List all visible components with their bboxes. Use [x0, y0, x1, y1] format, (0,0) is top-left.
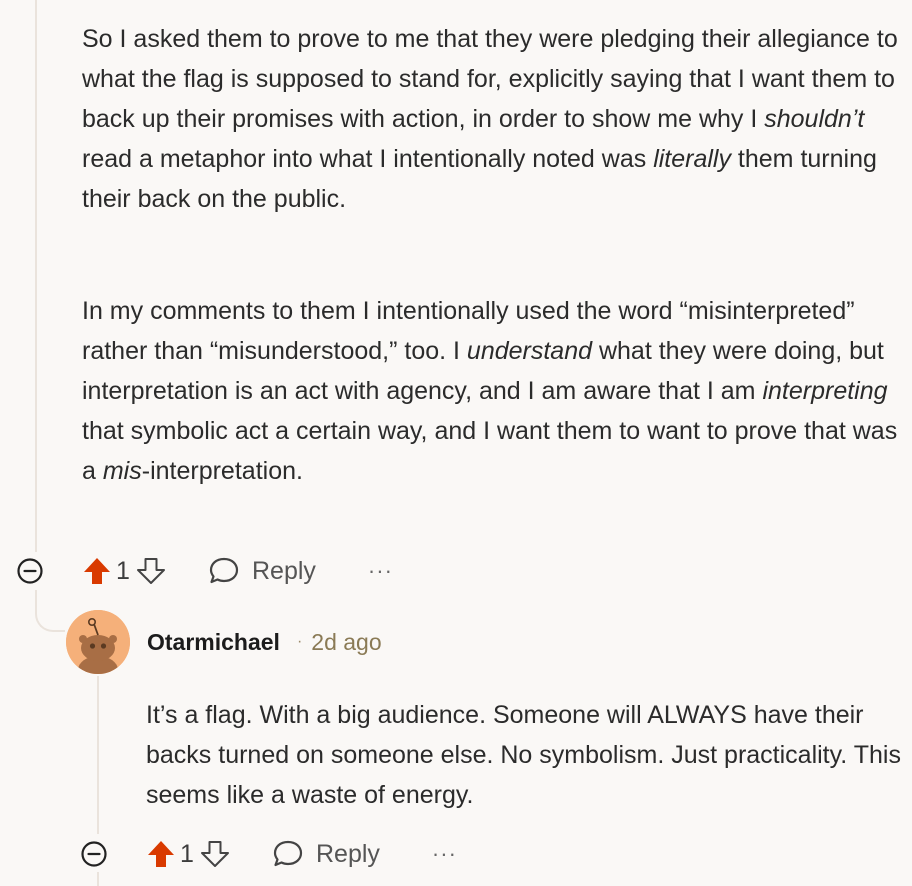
reply-label: Reply	[252, 556, 316, 585]
reply-icon	[273, 840, 303, 867]
downvote-icon	[137, 558, 165, 584]
emphasis-text: shouldn’t	[764, 105, 865, 133]
vote-count: 1	[180, 839, 194, 868]
comment-age[interactable]: 2d ago	[311, 629, 381, 656]
emphasis-text: literally	[653, 145, 731, 173]
reply-action-bar: 1 Reply ···	[80, 834, 457, 874]
thread-line[interactable]	[35, 0, 37, 552]
emphasis-text: understand	[466, 337, 593, 365]
thread-line[interactable]	[97, 872, 99, 886]
comment-paragraph: So I asked them to prove to me that they…	[82, 25, 898, 213]
avatar[interactable]	[66, 610, 130, 674]
comment-paragraph: In my comments to them I intentionally u…	[82, 297, 898, 485]
upvote-icon	[84, 558, 110, 584]
author-name[interactable]: Otarmichael	[147, 629, 280, 656]
collapse-icon	[17, 558, 43, 584]
reply-button[interactable]: Reply	[208, 556, 316, 586]
comment-thread: So I asked them to prove to me that they…	[0, 0, 912, 886]
emphasis-text: mis	[102, 457, 142, 485]
reply-button[interactable]: Reply	[272, 839, 380, 869]
reply-header: Otarmichael · 2d ago	[66, 610, 382, 674]
reply-icon	[209, 557, 239, 584]
emphasis-text: interpreting	[762, 377, 888, 405]
comment-action-bar: 1 Reply ···	[16, 551, 393, 591]
upvote-button[interactable]	[146, 838, 176, 870]
avatar-icon	[66, 610, 130, 674]
downvote-button[interactable]	[136, 555, 166, 587]
reply-label: Reply	[316, 839, 380, 868]
reply-text: It’s a flag. With a big audience. Someon…	[146, 701, 901, 809]
upvote-button[interactable]	[82, 555, 112, 587]
upvote-icon	[148, 841, 174, 867]
thread-branch-line	[35, 596, 65, 632]
meta-separator: ·	[296, 633, 303, 650]
thread-line[interactable]	[97, 676, 99, 834]
downvote-button[interactable]	[200, 838, 230, 870]
more-options-button[interactable]: ···	[368, 560, 393, 582]
more-options-button[interactable]: ···	[432, 843, 457, 865]
collapse-icon	[81, 841, 107, 867]
collapse-button[interactable]	[80, 840, 108, 868]
vote-count: 1	[116, 556, 130, 585]
collapse-button[interactable]	[16, 557, 44, 585]
downvote-icon	[201, 841, 229, 867]
